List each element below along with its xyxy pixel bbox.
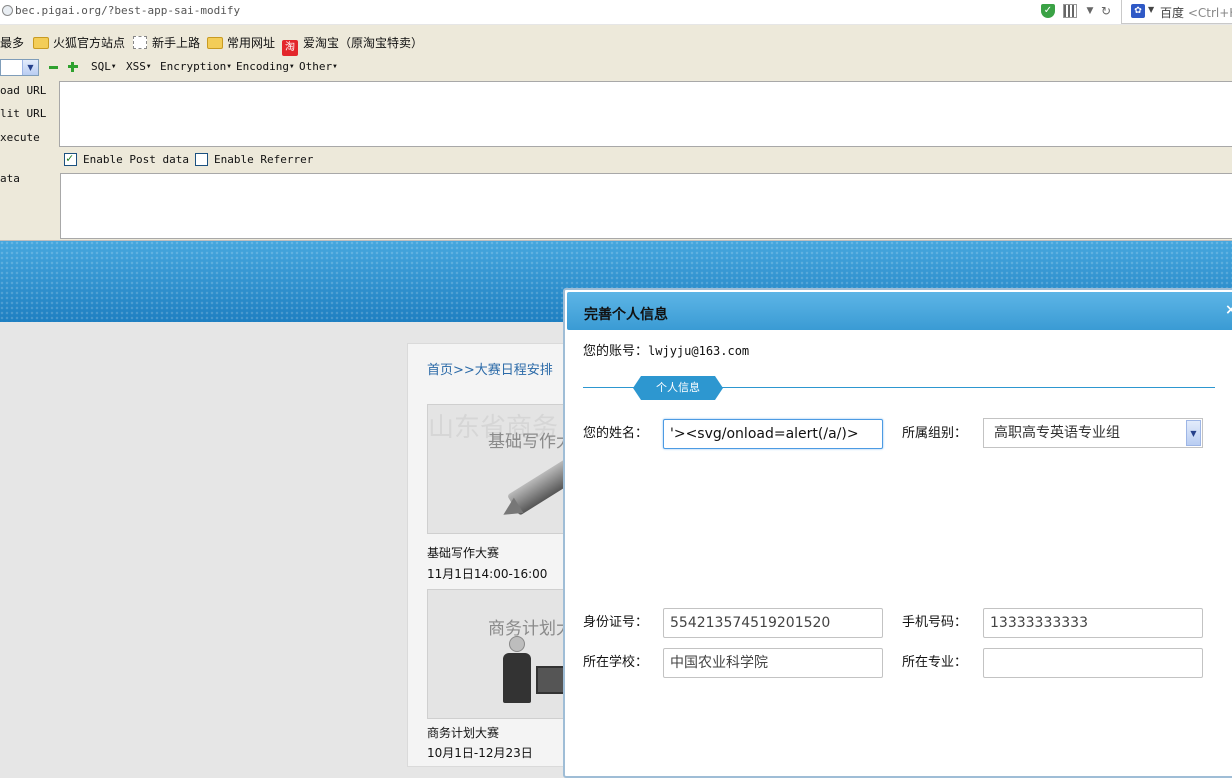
caret-icon: ▼	[227, 63, 231, 70]
bookmark-most-visited[interactable]: 最多	[0, 35, 24, 51]
dropdown-icon[interactable]: ▼	[1083, 4, 1097, 18]
caret-icon: ▼	[333, 63, 337, 70]
bookmark-ai-taobao[interactable]: 淘爱淘宝（原淘宝特卖）	[282, 35, 423, 56]
major-label: 所在专业：	[902, 655, 968, 670]
search-hint: <Ctrl+K>	[1187, 6, 1232, 20]
shield-icon[interactable]: ✓	[1041, 4, 1055, 18]
hackbar-toolbar: ▼ SQL▼ XSS▼ Encryption▼ Encoding▼ Other▼…	[0, 58, 1232, 241]
bookmark-getting-started[interactable]: 新手上路	[133, 35, 200, 51]
card-caption[interactable]: 商务计划大赛	[427, 724, 499, 741]
contest-card-writing[interactable]: 山东省商务 基础写作大	[427, 404, 577, 534]
menu-other[interactable]: Other▼	[299, 60, 337, 73]
navigation-bar: bec.pigai.org/?best-app-sai-modify ✓ ▼ ↻…	[0, 0, 1232, 24]
search-box[interactable]: ✿ ▼ 百度 <Ctrl+K>	[1126, 0, 1232, 24]
phone-input[interactable]: 13333333333	[983, 608, 1203, 638]
person-body	[503, 653, 531, 703]
menu-encoding[interactable]: Encoding▼	[236, 60, 294, 73]
load-url-button[interactable]: oad URL	[0, 84, 46, 97]
search-engine-dropdown-icon[interactable]: ▼	[1148, 5, 1154, 14]
account-label: 您的账号：	[583, 344, 649, 359]
folder-icon	[33, 37, 49, 49]
hackbar-select[interactable]: ▼	[0, 59, 39, 76]
url-text[interactable]: bec.pigai.org/?best-app-sai-modify	[15, 4, 240, 17]
id-label: 身份证号：	[583, 615, 649, 630]
businessman-icon	[500, 636, 534, 706]
minus-icon[interactable]	[49, 66, 58, 69]
menu-xss[interactable]: XSS▼	[126, 60, 151, 73]
contest-card-business-plan[interactable]: 商务计划大	[427, 589, 577, 719]
caret-icon: ▼	[111, 63, 116, 70]
search-engine-name: 百度	[1160, 6, 1185, 20]
group-select[interactable]: 高职高专英语专业组 ▼	[983, 418, 1203, 448]
account-value: lwjyju@163.com	[648, 344, 750, 358]
baidu-paw-icon[interactable]: ✿	[1131, 4, 1145, 18]
url-bar[interactable]: bec.pigai.org/?best-app-sai-modify ✓ ▼ ↻	[0, 0, 1122, 24]
taobao-icon: 淘	[282, 40, 298, 56]
group-selected-value: 高职高专英语专业组	[994, 425, 1120, 441]
account-row: 您的账号：lwjyju@163.com	[583, 340, 749, 359]
menu-encryption[interactable]: Encryption▼	[160, 60, 231, 73]
enable-post-checkbox[interactable]: Enable Post data	[64, 151, 189, 166]
chevron-down-icon[interactable]: ▼	[1186, 420, 1201, 446]
post-data-label: ata	[0, 172, 20, 185]
post-data-textarea[interactable]	[60, 173, 1232, 239]
dialog-header[interactable]: 完善个人信息 ×	[567, 292, 1232, 330]
url-textarea[interactable]	[59, 81, 1232, 147]
name-input[interactable]: '><svg/onload=alert(/a/)>	[663, 419, 883, 449]
card-date: 11月1日14:00-16:00	[427, 567, 548, 581]
name-label: 您的姓名：	[583, 426, 649, 441]
checkbox-checked-icon	[64, 151, 77, 166]
globe-icon	[2, 5, 13, 16]
school-input[interactable]: 中国农业科学院	[663, 648, 883, 678]
caret-icon: ▼	[146, 63, 151, 70]
plus-icon[interactable]	[68, 62, 78, 72]
card-caption[interactable]: 基础写作大赛	[427, 544, 499, 561]
group-label: 所属组别：	[902, 426, 968, 441]
id-input[interactable]: 554213574519201520	[663, 608, 883, 638]
split-url-button[interactable]: lit URL	[0, 107, 46, 120]
qr-code-icon[interactable]	[1063, 4, 1077, 18]
phone-label: 手机号码：	[902, 615, 968, 630]
dashed-page-icon	[133, 36, 147, 49]
card-title: 基础写作大	[488, 432, 573, 452]
bookmarks-toolbar: 最多 火狐官方站点 新手上路 常用网址 淘爱淘宝（原淘宝特卖）	[0, 25, 1232, 58]
dialog-title: 完善个人信息	[584, 307, 668, 323]
enable-referrer-checkbox[interactable]: Enable Referrer	[195, 153, 313, 166]
profile-dialog: 完善个人信息 × 您的账号：lwjyju@163.com 个人信息 您的姓名： …	[563, 288, 1232, 778]
major-input[interactable]	[983, 648, 1203, 678]
section-tab-personal-info: 个人信息	[633, 376, 723, 400]
bookmark-firefox-official[interactable]: 火狐官方站点	[33, 35, 125, 51]
menu-sql[interactable]: SQL▼	[91, 60, 116, 73]
execute-button[interactable]: xecute	[0, 131, 40, 144]
school-label: 所在学校：	[583, 655, 649, 670]
card-date: 10月1日-12月23日	[427, 746, 533, 760]
close-icon[interactable]: ×	[1225, 302, 1232, 318]
person-head	[509, 636, 525, 652]
chevron-down-icon[interactable]: ▼	[22, 60, 38, 75]
checkbox-unchecked-icon	[195, 153, 208, 166]
schedule-panel: 首页>>大赛日程安排 山东省商务 基础写作大 基础写作大赛 11月1日14:00…	[407, 343, 577, 767]
breadcrumb[interactable]: 首页>>大赛日程安排	[427, 359, 553, 378]
caret-icon: ▼	[289, 63, 294, 70]
folder-icon	[207, 37, 223, 49]
bookmark-common-sites[interactable]: 常用网址	[207, 35, 275, 51]
reload-icon[interactable]: ↻	[1099, 4, 1113, 18]
